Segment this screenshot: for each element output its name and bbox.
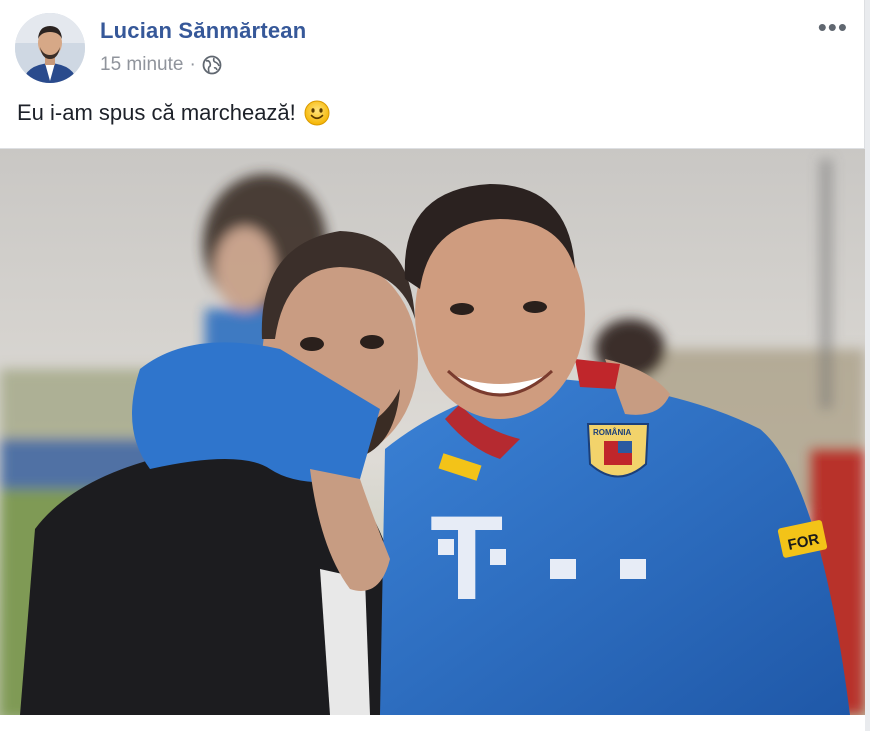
- author-name[interactable]: Lucian Sănmărtean: [100, 18, 306, 44]
- jersey-badge-text: ROMÂNIA: [593, 428, 631, 437]
- post-text: Eu i-am spus că marchează!: [17, 100, 296, 125]
- post-card: Lucian Sănmărtean 15 minute · ••• Eu i-a…: [0, 0, 865, 731]
- post-footer: [0, 715, 865, 731]
- post-meta: 15 minute ·: [100, 54, 222, 76]
- post-timestamp[interactable]: 15 minute: [100, 54, 183, 76]
- globe-icon[interactable]: [202, 55, 222, 75]
- author-avatar[interactable]: [15, 13, 85, 83]
- post-message: Eu i-am spus că marchează!: [17, 100, 330, 126]
- smiley-emoji-icon: [304, 100, 330, 126]
- more-options-button[interactable]: •••: [818, 14, 848, 40]
- post-photo[interactable]: T ROMÂNIA FOR: [0, 148, 865, 716]
- meta-separator: ·: [189, 54, 196, 75]
